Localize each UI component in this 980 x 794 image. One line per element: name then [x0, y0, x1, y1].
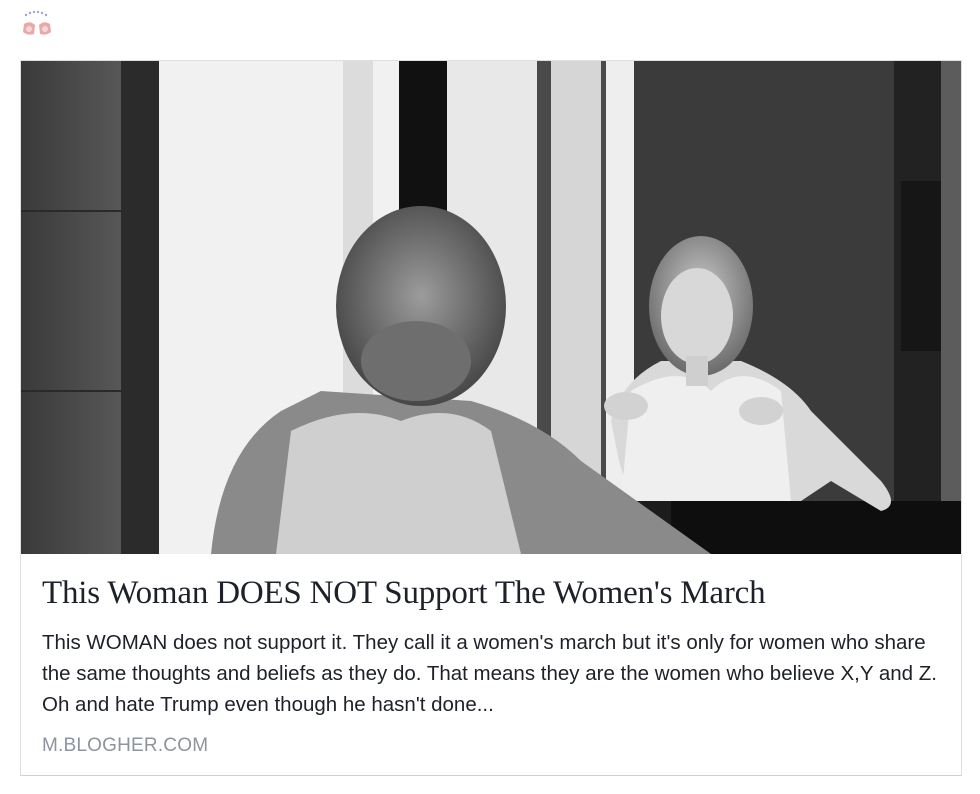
article-image[interactable]	[21, 61, 961, 554]
article-description: This WOMAN does not support it. They cal…	[42, 631, 937, 716]
link-preview-card[interactable]: This Woman DOES NOT Support The Women's …	[20, 60, 962, 776]
blogher-logo-icon[interactable]	[20, 10, 54, 40]
article-title[interactable]: This Woman DOES NOT Support The Women's …	[42, 573, 942, 613]
article-domain: M.BLOGHER.COM	[42, 735, 209, 756]
